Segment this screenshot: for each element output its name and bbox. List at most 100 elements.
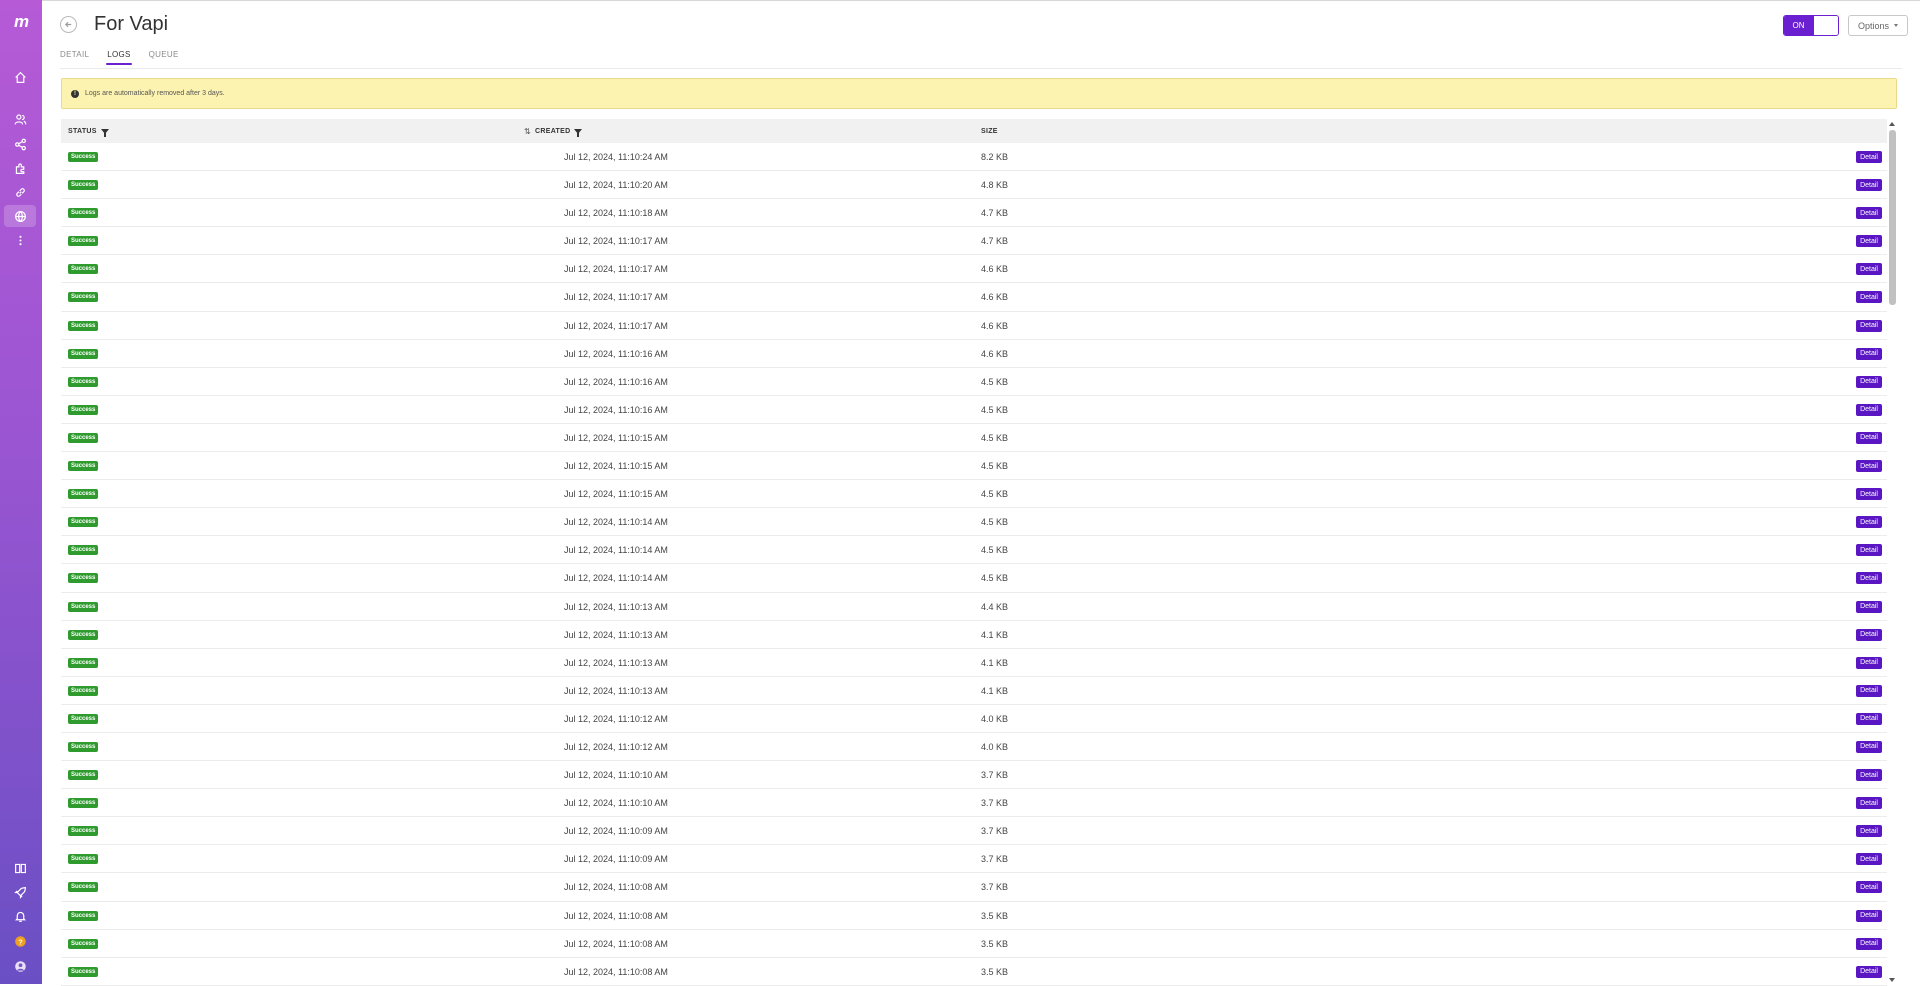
size-cell: 4.4 KB <box>981 601 1009 612</box>
status-badge: Success <box>68 292 99 303</box>
table-row: Success Jul 12, 2024, 11:10:16 AM 4.5 KB De… <box>61 396 1887 424</box>
rocket-icon[interactable] <box>4 881 36 903</box>
table-row: Success Jul 12, 2024, 11:10:10 AM 3.7 KB De… <box>61 789 1887 818</box>
table-row: Success Jul 12, 2024, 11:10:14 AM 4.5 KB De… <box>61 564 1887 593</box>
detail-button[interactable]: Detail <box>1856 572 1882 585</box>
detail-button[interactable]: Detail <box>1856 769 1882 782</box>
created-cell: Jul 12, 2024, 11:10:15 AM <box>564 461 668 472</box>
column-created-label[interactable]: CREATED <box>535 128 570 135</box>
detail-button[interactable]: Detail <box>1856 431 1882 444</box>
detail-button[interactable]: Detail <box>1856 235 1882 248</box>
detail-button[interactable]: Detail <box>1856 965 1882 978</box>
status-cell: Success <box>68 227 99 255</box>
tab-bar: DETAIL LOGS QUEUE <box>60 50 179 65</box>
detail-button[interactable]: Detail <box>1856 909 1882 922</box>
status-badge: Success <box>68 376 99 387</box>
status-badge: Success <box>68 545 99 556</box>
detail-button[interactable]: Detail <box>1856 375 1882 388</box>
status-cell: Success <box>68 396 99 424</box>
size-cell: 3.5 KB <box>981 910 1009 921</box>
detail-button[interactable]: Detail <box>1856 544 1882 557</box>
status-cell: Success <box>68 536 99 564</box>
status-badge: Success <box>68 180 99 191</box>
created-cell: Jul 12, 2024, 11:10:10 AM <box>564 798 668 809</box>
status-cell: Success <box>68 873 99 901</box>
home-icon[interactable] <box>4 66 36 88</box>
table-row: Success Jul 12, 2024, 11:10:24 AM 8.2 KB De… <box>61 143 1887 172</box>
detail-button[interactable]: Detail <box>1856 151 1882 163</box>
status-badge: Success <box>68 770 99 781</box>
globe-icon[interactable] <box>4 205 36 227</box>
detail-button[interactable]: Detail <box>1856 347 1882 360</box>
table-header: STATUS ⇅ CREATED SIZE <box>61 119 1887 143</box>
detail-button[interactable]: Detail <box>1856 460 1882 473</box>
detail-button[interactable]: Detail <box>1856 263 1882 276</box>
status-cell: Success <box>68 283 99 311</box>
user-avatar-icon[interactable] <box>4 955 36 977</box>
size-cell: 4.0 KB <box>981 741 1009 752</box>
detail-button[interactable]: Detail <box>1856 937 1882 950</box>
top-divider <box>42 0 1920 1</box>
status-badge: Success <box>68 685 99 696</box>
tab-logs[interactable]: LOGS <box>106 50 133 65</box>
link-icon[interactable] <box>4 181 36 203</box>
table-row: Success Jul 12, 2024, 11:10:08 AM 3.5 KB De… <box>61 902 1887 930</box>
status-cell: Success <box>68 677 99 705</box>
detail-button[interactable]: Detail <box>1856 516 1882 529</box>
table-row: Success Jul 12, 2024, 11:10:12 AM 4.0 KB De… <box>61 733 1887 762</box>
puzzle-icon[interactable] <box>4 157 36 179</box>
table-row: Success Jul 12, 2024, 11:10:16 AM 4.5 KB De… <box>61 368 1887 396</box>
table-row: Success Jul 12, 2024, 11:10:20 AM 4.8 KB De… <box>61 171 1887 200</box>
table-row: Success Jul 12, 2024, 11:10:13 AM 4.1 KB De… <box>61 677 1887 705</box>
status-badge: Success <box>68 404 99 415</box>
detail-button[interactable]: Detail <box>1856 488 1882 501</box>
options-dropdown[interactable]: Options <box>1848 15 1908 36</box>
column-size-label: SIZE <box>981 127 998 135</box>
detail-button[interactable]: Detail <box>1856 684 1882 697</box>
detail-button[interactable]: Detail <box>1856 797 1882 810</box>
more-vertical-icon[interactable] <box>4 229 36 251</box>
detail-button[interactable]: Detail <box>1856 853 1882 866</box>
size-cell: 4.6 KB <box>981 264 1009 275</box>
detail-button[interactable]: Detail <box>1856 179 1882 192</box>
detail-button[interactable]: Detail <box>1856 712 1882 725</box>
scroll-up-icon[interactable] <box>1889 122 1895 126</box>
scrollbar-thumb[interactable] <box>1889 130 1896 305</box>
scroll-down-icon[interactable] <box>1889 978 1895 982</box>
status-badge: Success <box>68 938 99 949</box>
info-icon: ! <box>71 89 79 98</box>
tabs-divider <box>60 68 1902 69</box>
detail-button[interactable]: Detail <box>1856 319 1882 332</box>
size-cell: 4.1 KB <box>981 685 1009 696</box>
created-cell: Jul 12, 2024, 11:10:13 AM <box>564 685 668 696</box>
make-logo-icon[interactable]: m <box>0 10 42 34</box>
detail-button[interactable]: Detail <box>1856 403 1882 416</box>
detail-button[interactable]: Detail <box>1856 207 1882 220</box>
detail-button[interactable]: Detail <box>1856 600 1882 613</box>
share-icon[interactable] <box>4 133 36 155</box>
scrollbar[interactable] <box>1887 122 1897 982</box>
filter-icon[interactable] <box>100 128 109 137</box>
book-icon[interactable] <box>4 857 36 879</box>
scenario-on-toggle[interactable]: ON <box>1783 15 1839 36</box>
tab-queue[interactable]: QUEUE <box>149 50 179 65</box>
back-button[interactable] <box>60 16 77 33</box>
table-row: Success Jul 12, 2024, 11:10:09 AM 3.7 KB De… <box>61 845 1887 874</box>
filter-icon[interactable] <box>574 128 583 137</box>
status-badge: Success <box>68 910 99 921</box>
sort-icon[interactable]: ⇅ <box>524 127 531 136</box>
detail-button[interactable]: Detail <box>1856 291 1882 304</box>
detail-button[interactable]: Detail <box>1856 825 1882 838</box>
status-badge: Success <box>68 657 99 668</box>
detail-button[interactable]: Detail <box>1856 881 1882 894</box>
detail-button[interactable]: Detail <box>1856 628 1882 641</box>
detail-button[interactable]: Detail <box>1856 656 1882 669</box>
size-cell: 3.7 KB <box>981 798 1009 809</box>
help-icon[interactable]: ? <box>4 930 36 952</box>
users-icon[interactable] <box>4 108 36 130</box>
detail-button[interactable]: Detail <box>1856 740 1882 753</box>
bell-icon[interactable] <box>4 905 36 927</box>
tab-detail[interactable]: DETAIL <box>60 50 89 65</box>
column-status: STATUS <box>68 119 109 143</box>
status-cell: Success <box>68 255 99 283</box>
